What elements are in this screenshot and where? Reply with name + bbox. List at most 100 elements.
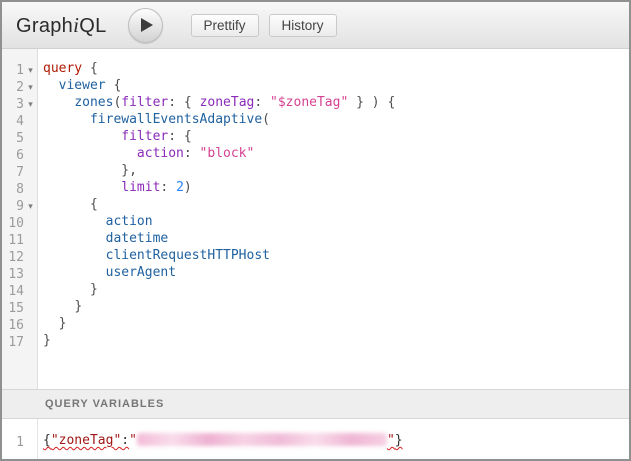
code-line[interactable]: action: "block" <box>43 146 629 163</box>
code-line[interactable]: action <box>43 214 629 231</box>
line-number: 12 <box>2 250 24 265</box>
query-variables-titlebar[interactable]: QUERY VARIABLES <box>2 389 629 419</box>
line-number: 13 <box>2 267 24 282</box>
gutter-row: 4 <box>2 112 37 129</box>
code-token: { <box>90 197 98 212</box>
code-line[interactable]: } <box>43 316 629 333</box>
code-token: ) <box>372 95 380 110</box>
gutter-row: 12 <box>2 248 37 265</box>
variables-editor[interactable]: 1 {"zoneTag":""} <box>2 419 629 459</box>
code-line[interactable]: } <box>43 299 629 316</box>
code-line[interactable]: }, <box>43 163 629 180</box>
toolbar: GraphiQL Prettify History <box>2 2 629 49</box>
code-token: { <box>184 129 192 144</box>
redacted-zone-tag-value <box>137 433 387 446</box>
logo-text: Graph <box>16 15 73 37</box>
code-token <box>43 265 106 280</box>
code-token: " <box>387 433 395 448</box>
code-line[interactable]: { <box>43 197 629 214</box>
line-number: 17 <box>2 335 24 350</box>
query-code-area[interactable]: query { viewer { zones(filter: { zoneTag… <box>39 49 629 389</box>
code-line[interactable]: userAgent <box>43 265 629 282</box>
graphiql-window: GraphiQL Prettify History 1▾2▾3▾456789▾1… <box>0 0 631 461</box>
code-token <box>43 146 137 161</box>
logo-text-end: QL <box>79 15 106 37</box>
code-token <box>43 299 74 314</box>
code-token <box>43 95 74 110</box>
code-line[interactable]: datetime <box>43 231 629 248</box>
gutter-row: 2▾ <box>2 78 37 95</box>
code-token <box>43 197 90 212</box>
fold-arrow-icon[interactable]: ▾ <box>24 79 37 96</box>
line-number-gutter: 1▾2▾3▾456789▾1011121314151617 <box>2 49 38 389</box>
graphiql-logo: GraphiQL <box>16 13 107 38</box>
code-line[interactable]: clientRequestHTTPHost <box>43 248 629 265</box>
code-token <box>43 112 90 127</box>
fold-arrow-icon[interactable]: ▾ <box>24 198 37 215</box>
line-number: 2 <box>2 80 24 95</box>
code-token: { <box>43 433 51 448</box>
code-line[interactable]: } <box>43 333 629 350</box>
line-number: 3 <box>2 97 24 112</box>
code-token: { <box>113 78 121 93</box>
gutter-row: 6 <box>2 146 37 163</box>
code-token: } <box>356 95 364 110</box>
code-token: : <box>160 180 176 195</box>
code-line[interactable]: filter: { <box>43 129 629 146</box>
code-line[interactable]: limit: 2) <box>43 180 629 197</box>
gutter-row: 15 <box>2 299 37 316</box>
gutter-row: 10 <box>2 214 37 231</box>
code-token <box>43 316 59 331</box>
code-token: : <box>168 95 184 110</box>
line-number: 14 <box>2 284 24 299</box>
code-token: } <box>43 333 51 348</box>
code-line[interactable]: query { <box>43 61 629 78</box>
prettify-button[interactable]: Prettify <box>191 14 259 37</box>
line-number: 15 <box>2 301 24 316</box>
code-line[interactable]: viewer { <box>43 78 629 95</box>
code-token: } <box>59 316 67 331</box>
code-token <box>192 95 200 110</box>
code-token <box>43 231 106 246</box>
code-token <box>43 282 90 297</box>
line-number: 11 <box>2 233 24 248</box>
line-number: 1 <box>2 63 24 78</box>
code-token: viewer <box>59 78 106 93</box>
fold-arrow-icon[interactable]: ▾ <box>24 62 37 79</box>
code-token <box>43 129 121 144</box>
variables-code-area[interactable]: {"zoneTag":""} <box>39 419 629 450</box>
line-number: 5 <box>2 131 24 146</box>
gutter-row: 3▾ <box>2 95 37 112</box>
code-token: zoneTag <box>200 95 255 110</box>
code-line[interactable]: } <box>43 282 629 299</box>
code-token: { <box>90 61 98 76</box>
code-token <box>82 61 90 76</box>
line-number: 16 <box>2 318 24 333</box>
code-token: datetime <box>106 231 169 246</box>
code-token: { <box>184 95 192 110</box>
fold-arrow-icon[interactable]: ▾ <box>24 96 37 113</box>
code-token: clientRequestHTTPHost <box>106 248 270 263</box>
line-number: 8 <box>2 182 24 197</box>
code-token: firewallEventsAdaptive <box>90 112 262 127</box>
code-token <box>43 180 121 195</box>
code-line[interactable]: firewallEventsAdaptive( <box>43 112 629 129</box>
gutter-row: 17 <box>2 333 37 350</box>
code-token: } <box>90 282 98 297</box>
execute-query-button[interactable] <box>128 8 163 43</box>
code-token: action <box>106 214 153 229</box>
code-token <box>43 78 59 93</box>
gutter-row: 14 <box>2 282 37 299</box>
line-number: 7 <box>2 165 24 180</box>
play-icon <box>141 18 153 32</box>
gutter-row: 8 <box>2 180 37 197</box>
query-editor[interactable]: 1▾2▾3▾456789▾1011121314151617 query { vi… <box>2 49 629 389</box>
line-number: 10 <box>2 216 24 231</box>
code-token: limit <box>121 180 160 195</box>
code-token <box>348 95 356 110</box>
code-token: " <box>129 433 137 448</box>
code-token: ( <box>262 112 270 127</box>
code-line[interactable]: zones(filter: { zoneTag: "$zoneTag" } ) … <box>43 95 629 112</box>
code-token: { <box>387 95 395 110</box>
history-button[interactable]: History <box>269 14 337 37</box>
